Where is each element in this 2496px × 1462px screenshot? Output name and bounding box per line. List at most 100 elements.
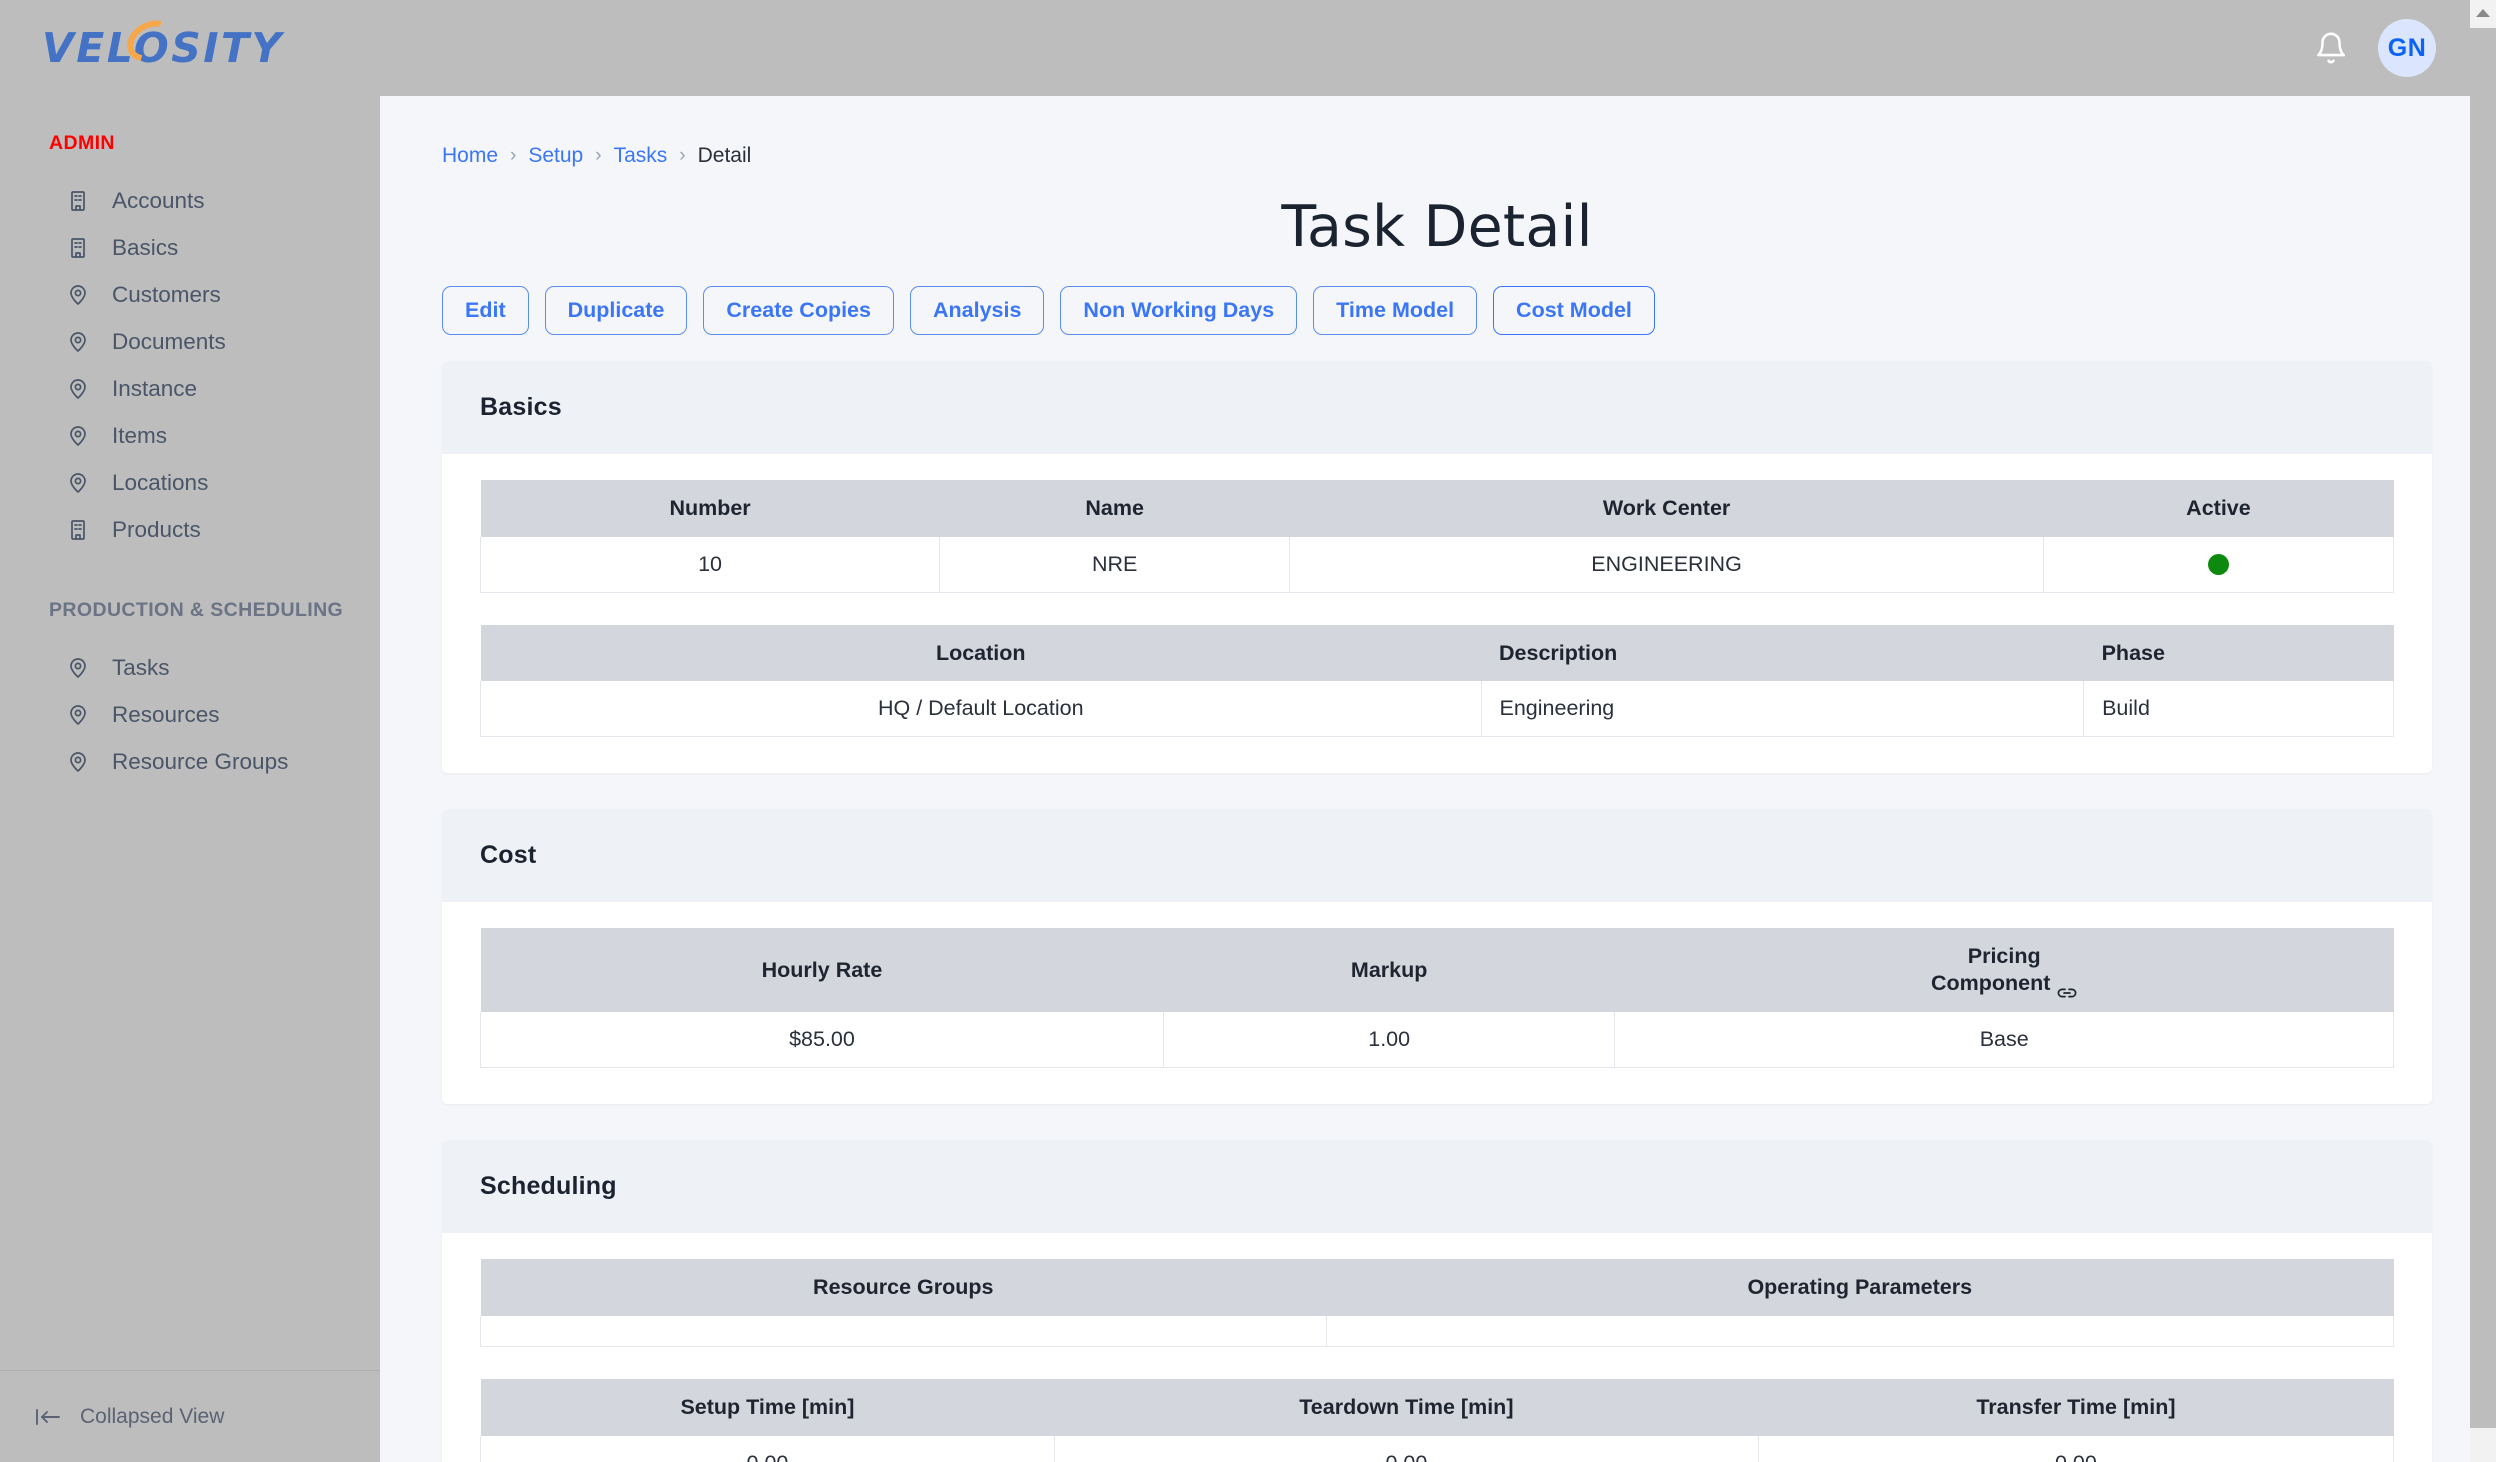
column-header-hourly-rate: Hourly Rate: [480, 928, 1164, 1013]
breadcrumb-separator: ›: [679, 145, 686, 166]
column-header-active: Active: [2043, 479, 2394, 537]
breadcrumb-separator: ›: [595, 145, 602, 166]
map-pin-icon: [66, 377, 90, 401]
sidebar-item-label: Resources: [112, 701, 220, 727]
sidebar-item-tasks[interactable]: Tasks: [0, 644, 380, 691]
non-working-days-button[interactable]: Non Working Days: [1060, 286, 1298, 335]
map-pin-icon: [66, 424, 90, 448]
map-pin-icon: [66, 330, 90, 354]
table-row: $85.00 1.00 Base: [480, 1012, 2394, 1069]
breadcrumb-item-tasks[interactable]: Tasks: [614, 144, 668, 168]
create-copies-button[interactable]: Create Copies: [703, 286, 894, 335]
table-header-row: Location Description Phase: [480, 624, 2394, 682]
edit-button[interactable]: Edit: [442, 286, 529, 335]
map-pin-icon: [66, 471, 90, 495]
link-icon[interactable]: [2057, 979, 2077, 998]
cell-markup: 1.00: [1162, 1012, 1616, 1069]
brand-logo[interactable]: VELOSITY: [34, 12, 284, 75]
sidebar-item-products[interactable]: Products: [0, 506, 380, 553]
table-header-row: Hourly Rate Markup Pricing Component: [480, 928, 2394, 1013]
breadcrumb-item-detail: Detail: [697, 144, 752, 167]
basics-card-header: Basics: [442, 360, 2432, 454]
map-pin-icon: [66, 283, 90, 307]
sidebar-item-locations[interactable]: Locations: [0, 459, 380, 506]
column-header-setup-time: Setup Time [min]: [480, 1379, 1055, 1436]
sidebar-item-accounts[interactable]: Accounts: [0, 177, 380, 224]
main-content: Home › Setup › Tasks › Detail Task Detai…: [380, 96, 2496, 1462]
sidebar-item-label: Basics: [112, 234, 179, 260]
building-icon: [66, 189, 90, 213]
sidebar-item-resources[interactable]: Resources: [0, 691, 380, 738]
sidebar-item-items[interactable]: Items: [0, 412, 380, 459]
building-icon: [66, 518, 90, 542]
cost-model-button[interactable]: Cost Model: [1493, 286, 1655, 335]
sidebar-item-customers[interactable]: Customers: [0, 271, 380, 318]
cost-table: Hourly Rate Markup Pricing Component $85…: [480, 928, 2394, 1069]
table-header-row: Number Name Work Center Active: [480, 479, 2394, 537]
sidebar-section-production-label: PRODUCTION & SCHEDULING: [49, 599, 344, 621]
table-row: 10 NRE ENGINEERING: [479, 536, 2395, 593]
basics-card-body: Number Name Work Center Active 10 NRE EN…: [442, 453, 2432, 774]
collapse-left-icon: [34, 1406, 62, 1428]
sidebar-item-label: Customers: [112, 281, 221, 307]
column-header-location: Location: [480, 624, 1481, 682]
basics-table-secondary: Location Description Phase HQ / Default …: [480, 624, 2394, 738]
action-button-row: Edit Duplicate Create Copies Analysis No…: [442, 286, 2432, 335]
cell-operating-parameters: [1325, 1316, 2395, 1348]
cell-setup-time: 0.00: [480, 1435, 1055, 1462]
duplicate-button[interactable]: Duplicate: [544, 286, 688, 335]
column-header-work-center: Work Center: [1289, 479, 2044, 537]
column-header-number: Number: [480, 479, 940, 537]
analysis-button[interactable]: Analysis: [909, 286, 1045, 335]
table-header-row: Setup Time [min] Teardown Time [min] Tra…: [480, 1379, 2394, 1436]
cell-location: HQ / Default Location: [480, 681, 1482, 738]
cell-number: 10: [479, 536, 941, 593]
basics-card: Basics Number Name Work Center Active 10…: [442, 360, 2432, 774]
page-title: Task Detail: [1281, 194, 1593, 260]
chevron-up-icon: [2476, 9, 2490, 17]
scrollbar-up-button[interactable]: [2470, 0, 2496, 26]
table-header-row: Resource Groups Operating Parameters: [480, 1259, 2394, 1317]
sidebar-section-admin-label: ADMIN: [49, 132, 115, 154]
body-row: ADMIN Accounts Basics Customers Document…: [0, 96, 2496, 1462]
cell-work-center: ENGINEERING: [1289, 536, 2044, 593]
breadcrumb-item-setup[interactable]: Setup: [528, 144, 583, 168]
column-header-pricing-component: Pricing Component: [1614, 928, 2394, 1013]
avatar[interactable]: GN: [2378, 19, 2436, 77]
sidebar-item-label: Resource Groups: [112, 748, 289, 774]
sidebar-item-instance[interactable]: Instance: [0, 365, 380, 412]
status-badge-active: [2207, 554, 2229, 576]
breadcrumb-item-home[interactable]: Home: [442, 144, 498, 168]
sidebar-item-label: Accounts: [112, 187, 205, 213]
cell-name: NRE: [939, 536, 1291, 593]
top-bar-actions: GN: [2314, 19, 2462, 77]
cell-transfer-time: 0.00: [1757, 1435, 2395, 1462]
sidebar-item-label: Tasks: [112, 654, 170, 680]
top-bar: VELOSITY GN: [0, 0, 2496, 96]
time-model-button[interactable]: Time Model: [1313, 286, 1478, 335]
pricing-component-line1: Pricing: [1967, 944, 2041, 969]
cost-card-title: Cost: [480, 841, 537, 870]
cost-card-body: Hourly Rate Markup Pricing Component $85…: [442, 902, 2432, 1105]
column-header-transfer-time: Transfer Time [min]: [1758, 1379, 2394, 1436]
breadcrumb-separator: ›: [510, 145, 517, 166]
scheduling-card: Scheduling Resource Groups Operating Par…: [442, 1140, 2432, 1462]
page-scrollbar[interactable]: [2470, 0, 2496, 1462]
sidebar-nav: ADMIN Accounts Basics Customers Document…: [0, 96, 380, 1370]
sidebar-item-label: Items: [112, 422, 168, 448]
sidebar-item-resource-groups[interactable]: Resource Groups: [0, 738, 380, 785]
bell-icon[interactable]: [2314, 31, 2348, 65]
cell-description: Engineering: [1480, 681, 2085, 738]
sidebar-collapse-toggle[interactable]: Collapsed View: [0, 1370, 380, 1462]
sidebar-item-documents[interactable]: Documents: [0, 318, 380, 365]
sidebar-collapse-label: Collapsed View: [80, 1404, 225, 1428]
scrollbar-thumb[interactable]: [2470, 28, 2496, 1428]
sidebar-item-label: Instance: [112, 375, 198, 401]
sidebar-item-basics[interactable]: Basics: [0, 224, 380, 271]
basics-table-primary: Number Name Work Center Active 10 NRE EN…: [479, 479, 2395, 593]
scheduling-card-title: Scheduling: [480, 1172, 617, 1201]
cell-pricing-component: Base: [1614, 1012, 2394, 1069]
column-header-phase: Phase: [2083, 624, 2394, 682]
app-root: VELOSITY GN ADMIN Accounts Basics Custom…: [0, 0, 2496, 1462]
building-icon: [66, 236, 90, 260]
